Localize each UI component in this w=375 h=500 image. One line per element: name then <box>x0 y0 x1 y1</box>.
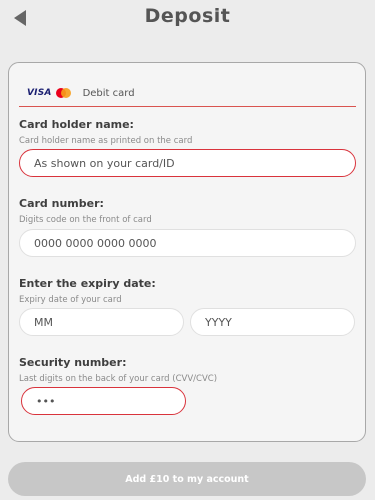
card-form: VISA Debit card Card holder name: Card h… <box>8 62 366 442</box>
card-holder-hint: Card holder name as printed on the card <box>19 136 193 146</box>
header: Deposit <box>0 0 375 36</box>
card-number-input[interactable] <box>19 229 356 257</box>
card-holder-label: Card holder name: <box>19 118 134 131</box>
expiry-year-input[interactable] <box>190 308 355 336</box>
page-title: Deposit <box>144 5 231 27</box>
visa-logo: VISA <box>27 88 52 98</box>
security-hint: Last digits on the back of your card (CV… <box>19 374 218 384</box>
card-number-label: Card number: <box>19 197 104 210</box>
card-holder-input[interactable] <box>19 149 356 177</box>
security-label: Security number: <box>19 356 127 369</box>
security-input[interactable] <box>21 387 186 415</box>
payment-method-label: Debit card <box>82 87 135 99</box>
add-funds-button[interactable]: Add £10 to my account <box>8 462 366 496</box>
expiry-month-input[interactable] <box>19 308 184 336</box>
card-number-hint: Digits code on the front of card <box>19 215 152 225</box>
expiry-hint: Expiry date of your card <box>19 295 122 305</box>
mastercard-icon <box>55 88 71 98</box>
divider <box>19 106 356 107</box>
expiry-label: Enter the expiry date: <box>19 277 156 290</box>
payment-method: VISA Debit card <box>27 85 135 101</box>
